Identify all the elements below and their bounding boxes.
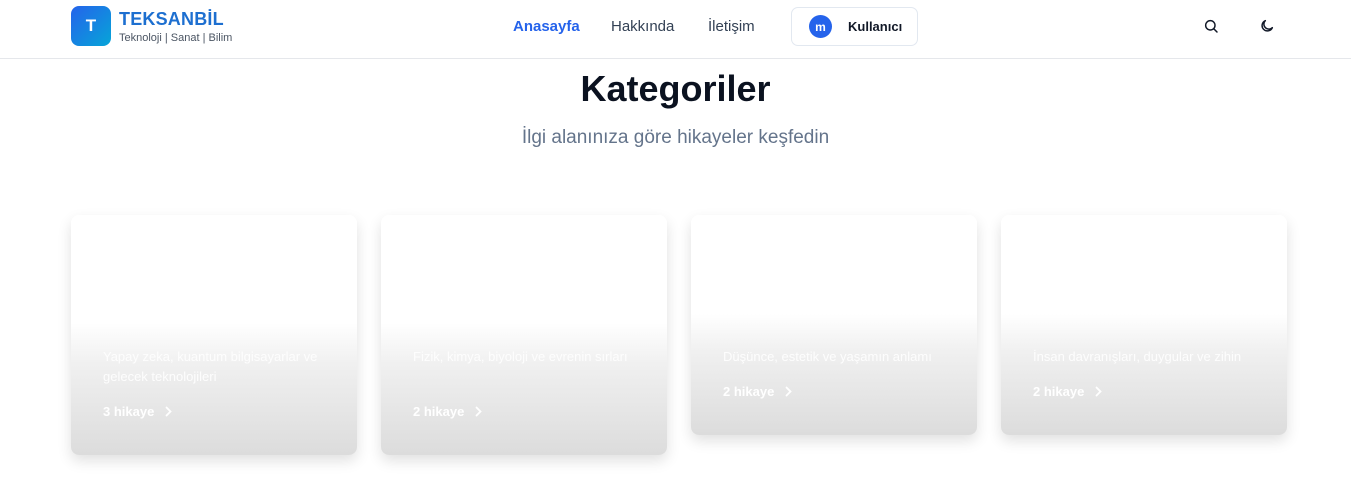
nav-about-link[interactable]: Hakkında: [611, 18, 674, 35]
logo-mark: T: [71, 6, 111, 46]
chevron-right-icon: [164, 406, 173, 417]
category-count: 3 hikaye: [103, 404, 155, 419]
avatar: m: [809, 15, 832, 38]
category-count-link[interactable]: 2 hikaye: [413, 404, 483, 419]
user-name: Kullanıcı: [848, 19, 903, 34]
category-card[interactable]: İnsan davranışları, duygular ve zihin 2 …: [1001, 215, 1287, 435]
logo-letter: T: [85, 16, 97, 35]
category-description: Fizik, kimya, biyoloji ve evrenin sırlar…: [413, 349, 628, 364]
brand-tagline: Teknoloji | Sanat | Bilim: [119, 32, 233, 44]
avatar-initial: m: [815, 19, 826, 34]
top-header: T TEKSANBİL Teknoloji | Sanat | Bilim An…: [0, 0, 1351, 59]
category-count: 2 hikaye: [413, 404, 465, 419]
category-count: 2 hikaye: [723, 384, 775, 399]
page-title: Kategoriler: [580, 68, 771, 109]
chevron-right-icon: [784, 386, 793, 397]
category-card[interactable]: Düşünce, estetik ve yaşamın anlamı 2 hik…: [691, 215, 977, 435]
category-count-link[interactable]: 2 hikaye: [723, 384, 793, 399]
brand-name: TEKSANBİL: [119, 9, 224, 29]
brand-text: TEKSANBİL Teknoloji | Sanat | Bilim: [119, 9, 232, 45]
category-count-link[interactable]: 3 hikaye: [103, 404, 173, 419]
category-description: İnsan davranışları, duygular ve zihin: [1033, 349, 1242, 364]
nav-contact-link[interactable]: İletişim: [708, 18, 755, 35]
user-menu-button[interactable]: m Kullanıcı: [791, 7, 918, 46]
nav-home-link[interactable]: Anasayfa: [513, 18, 580, 35]
category-description: Düşünce, estetik ve yaşamın anlamı: [723, 349, 932, 364]
category-card[interactable]: Fizik, kimya, biyoloji ve evrenin sırlar…: [381, 215, 667, 455]
theme-toggle-button[interactable]: [1257, 16, 1277, 36]
category-card[interactable]: Yapay zeka, kuantum bilgisayarlar ve gel…: [71, 215, 357, 455]
search-icon: [1204, 19, 1218, 33]
moon-icon: [1261, 19, 1274, 32]
page-subtitle: İlgi alanınıza göre hikayeler keşfedin: [521, 127, 830, 148]
category-count: 2 hikaye: [1033, 384, 1085, 399]
category-count-link[interactable]: 2 hikaye: [1033, 384, 1103, 399]
search-button[interactable]: [1201, 16, 1221, 36]
brand-logo[interactable]: T TEKSANBİL Teknoloji | Sanat | Bilim: [71, 6, 232, 46]
chevron-right-icon: [1094, 386, 1103, 397]
chevron-right-icon: [474, 406, 483, 417]
category-description: Yapay zeka, kuantum bilgisayarlar ve gel…: [103, 349, 318, 384]
